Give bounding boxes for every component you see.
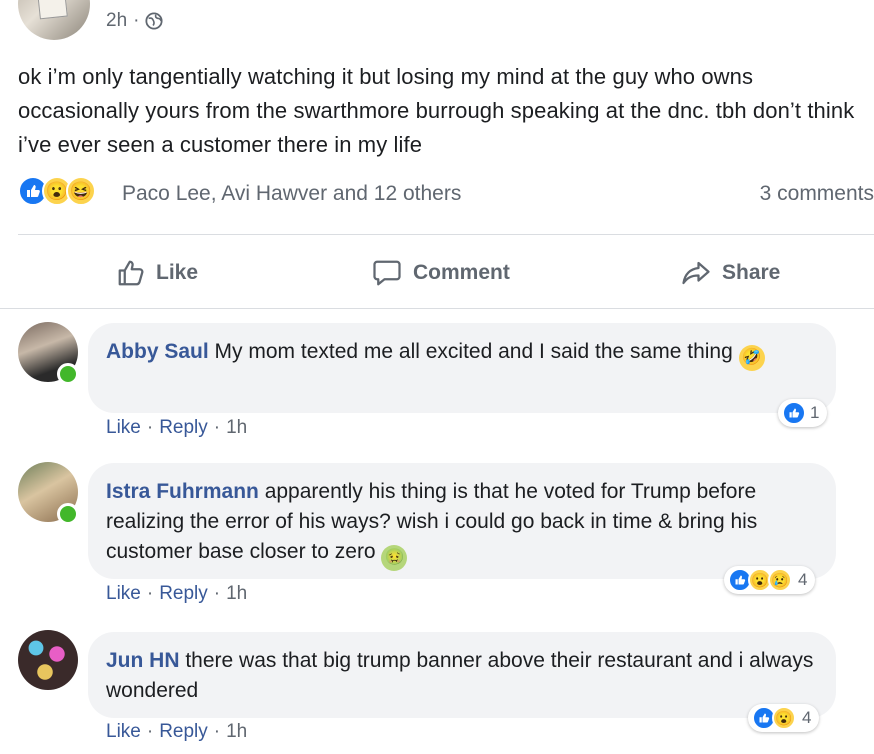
rolling-laughing-emoji: 🤣 — [738, 345, 765, 371]
comment-like-link[interactable]: Like — [106, 583, 141, 605]
haha-reaction-icon: 😆 — [66, 176, 96, 206]
share-arrow-icon — [682, 261, 710, 285]
comment-bubble: Abby Saul My mom texted me all excited a… — [88, 323, 836, 413]
reaction-count: 4 — [802, 708, 812, 727]
comment-bubble-icon — [373, 260, 401, 286]
share-button[interactable]: Share — [680, 255, 780, 291]
comment-author[interactable]: Istra Fuhrmann — [106, 480, 259, 503]
meta-separator: · — [133, 10, 140, 31]
online-status-dot — [57, 363, 79, 385]
comment-time[interactable]: 1h — [226, 721, 247, 743]
divider — [18, 234, 874, 235]
thumbs-up-icon — [118, 260, 144, 286]
comment-time[interactable]: 1h — [226, 583, 247, 605]
like-reaction-icon — [782, 401, 806, 425]
comment-reply-link[interactable]: Reply — [159, 417, 208, 439]
comment-actions: Like · Reply · 1h — [106, 417, 248, 439]
comment-reply-link[interactable]: Reply — [159, 583, 208, 605]
reaction-count: 1 — [810, 403, 820, 422]
comments-count[interactable]: 3 comments — [760, 182, 874, 206]
reaction-names[interactable]: Paco Lee, Avi Hawver and 12 others — [122, 182, 461, 206]
comment-actions: Like · Reply · 1h — [106, 583, 248, 605]
comment-text: My mom texted me all excited and I said … — [214, 340, 733, 363]
comment-bubble: Jun HN there was that big trump banner a… — [88, 632, 836, 718]
comment-reactions[interactable]: 😮 😢 4 — [724, 566, 816, 594]
divider — [0, 308, 874, 309]
reactions-summary: 😮 😆 Paco Lee, Avi Hawver and 12 others 3… — [18, 176, 874, 216]
comment-like-link[interactable]: Like — [106, 417, 141, 439]
comment-reply-link[interactable]: Reply — [159, 721, 208, 743]
nauseated-face-emoji: 🤢 — [381, 545, 408, 571]
comment-like-link[interactable]: Like — [106, 721, 141, 743]
comment-button[interactable]: Comment — [371, 255, 510, 291]
comment-author[interactable]: Jun HN — [106, 649, 180, 672]
comment-bubble: Istra Fuhrmann apparently his thing is t… — [88, 463, 836, 579]
comment-reactions[interactable]: 1 — [778, 399, 828, 427]
post-meta: 2h · — [106, 10, 164, 32]
post-author-avatar[interactable] — [18, 0, 90, 40]
comment-author[interactable]: Abby Saul — [106, 340, 209, 363]
comment-label: Comment — [413, 261, 510, 284]
like-button[interactable]: Like — [116, 255, 198, 291]
online-status-dot — [57, 503, 79, 525]
reaction-icons[interactable]: 😮 😆 — [18, 176, 96, 206]
sad-reaction-icon: 😢 — [768, 568, 792, 592]
globe-icon[interactable] — [145, 12, 164, 30]
share-label: Share — [722, 261, 781, 284]
post-time[interactable]: 2h — [106, 10, 127, 32]
like-label: Like — [156, 261, 199, 284]
comment-reactions[interactable]: 😮 4 — [748, 704, 820, 732]
reaction-count: 4 — [798, 570, 808, 589]
post-text: ok i’m only tangentially watching it but… — [18, 64, 855, 157]
wow-reaction-icon: 😮 — [772, 706, 796, 730]
comment-text: there was that big trump banner above th… — [106, 649, 814, 702]
comment-time[interactable]: 1h — [226, 417, 247, 439]
comment-actions: Like · Reply · 1h — [106, 721, 248, 743]
commenter-avatar[interactable] — [18, 630, 78, 690]
